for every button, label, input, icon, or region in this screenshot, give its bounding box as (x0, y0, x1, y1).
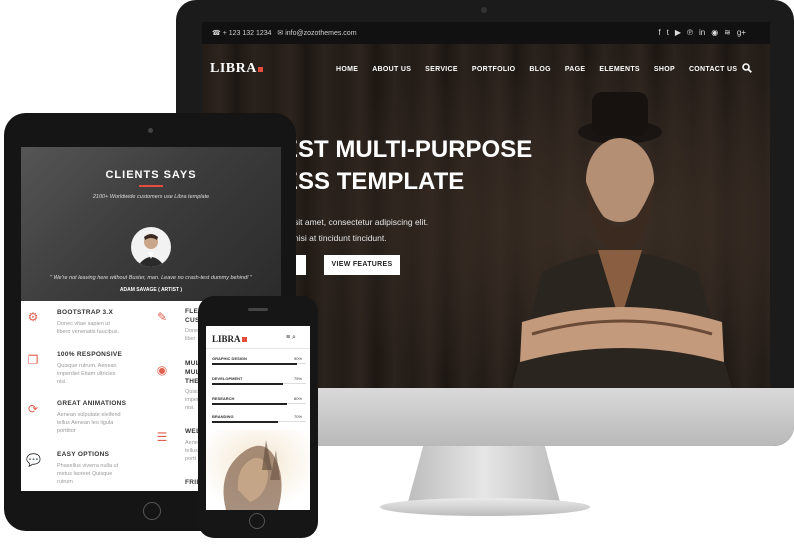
clients-subtitle: 2100+ Worldwide customers use Libra temp… (92, 194, 210, 200)
feature-desc: Phasellus viverra nulla ut metus laoreet… (57, 463, 119, 485)
ipad-camera (148, 128, 153, 133)
skill-bar (212, 382, 283, 385)
logo-mark (241, 337, 247, 342)
eye-icon: ◉ (156, 363, 168, 377)
view-features-button[interactable]: VIEW FEATURES (324, 255, 400, 275)
youtube-icon[interactable]: ▶ (675, 28, 681, 37)
phone-icon: ☎ (212, 30, 221, 37)
phone-home-button (249, 513, 265, 529)
pinterest-icon[interactable]: ℗ (687, 28, 693, 37)
imac-camera (481, 7, 487, 13)
google-plus-icon[interactable]: g+ (737, 28, 746, 37)
feature-desc: Quisque rutrum. Aenean imperdiet Etiam u… (57, 363, 117, 385)
title-underline (139, 185, 163, 187)
skill-bar (212, 402, 288, 405)
phone-speaker (248, 308, 268, 311)
testimonial-author: ADAM SAVAGE ( ARTIST ) (119, 287, 183, 293)
skill-percent: 80% (294, 396, 303, 401)
double-exposure-image (206, 430, 310, 510)
site-logo[interactable]: LIBRA (212, 334, 247, 344)
top-bar: ☎ + 123 132 1234 ✉ info@zozothemes.com f… (202, 22, 770, 44)
social-icons: f t ▶ ℗ in ◉ ≋ g+ (658, 28, 746, 37)
clients-section: CLIENTS SAYS 2100+ Worldwide customers u… (21, 147, 281, 301)
hero-subtitle: sit amet, consectetur adipiscing elit. n… (294, 217, 429, 243)
clients-title: CLIENTS SAYS (105, 169, 197, 181)
skill-percent: 90% (294, 356, 303, 361)
feature-desc: Aenean vulputate eleifend tellus Aenean … (57, 412, 121, 434)
site-logo[interactable]: LIBRA (210, 61, 263, 77)
skill-bar (212, 420, 278, 423)
skill-percent: 75% (294, 376, 303, 381)
nav-about[interactable]: ABOUT US (372, 66, 411, 73)
edit-icon: ✎ (156, 310, 168, 324)
logo-mark (257, 67, 263, 72)
feature-desc: Donec vitae sapien ut libero venenatis f… (57, 321, 120, 335)
refresh-icon: ⟳ (27, 402, 39, 416)
gear-icon: ⚙ (27, 310, 39, 324)
facebook-icon[interactable]: f (658, 28, 660, 37)
hero-person-image (512, 92, 732, 388)
linkedin-icon[interactable]: in (699, 28, 705, 37)
feature-title: 100% RESPONSIVE (57, 351, 123, 358)
chat-icon: 💬 (26, 453, 41, 467)
skill-label: DEVELOPMENT (212, 376, 243, 381)
contact-email[interactable]: info@zozothemes.com (285, 30, 356, 37)
hero-title: EST MULTI-PURPOSE ESS TEMPLATE (282, 136, 533, 195)
contact-info: ☎ + 123 132 1234 ✉ info@zozothemes.com (212, 29, 357, 37)
twitter-icon[interactable]: t (667, 28, 669, 37)
skill-label: GRAPHIC DESIGN (212, 356, 247, 361)
skill-bar (212, 362, 297, 365)
ipad-home-button (143, 502, 161, 520)
avatar (131, 227, 171, 267)
feature-title: BOOTSTRAP 3.X (57, 309, 114, 316)
imac-stand-base (380, 498, 590, 516)
skill-label: BRANDING (212, 414, 234, 419)
feature-title: EASY OPTIONS (57, 451, 110, 458)
menu-icon[interactable]: ≡ ⌕ (286, 334, 296, 342)
testimonial-quote: " We're not leaving here without Buster,… (49, 275, 253, 281)
nav-home[interactable]: HOME (336, 66, 358, 73)
phone-screen: LIBRA ≡ ⌕ GRAPHIC DESIGN 90% DEVELOPMENT… (206, 326, 310, 510)
contact-phone: + 123 132 1234 (222, 30, 272, 37)
skill-label: RESEARCH (212, 396, 235, 401)
skill-percent: 70% (294, 414, 303, 419)
github-icon[interactable]: ◉ (711, 28, 718, 37)
nav-service[interactable]: SERVICE (425, 66, 458, 73)
rss-icon[interactable]: ≋ (724, 28, 731, 37)
imac-stand (408, 446, 560, 502)
responsive-icon: ❐ (27, 353, 39, 367)
divider (206, 348, 310, 349)
feature-title: GREAT ANIMATIONS (57, 400, 127, 407)
document-icon: ☰ (156, 430, 168, 444)
mail-icon: ✉ (277, 30, 284, 37)
search-icon[interactable] (742, 63, 752, 76)
